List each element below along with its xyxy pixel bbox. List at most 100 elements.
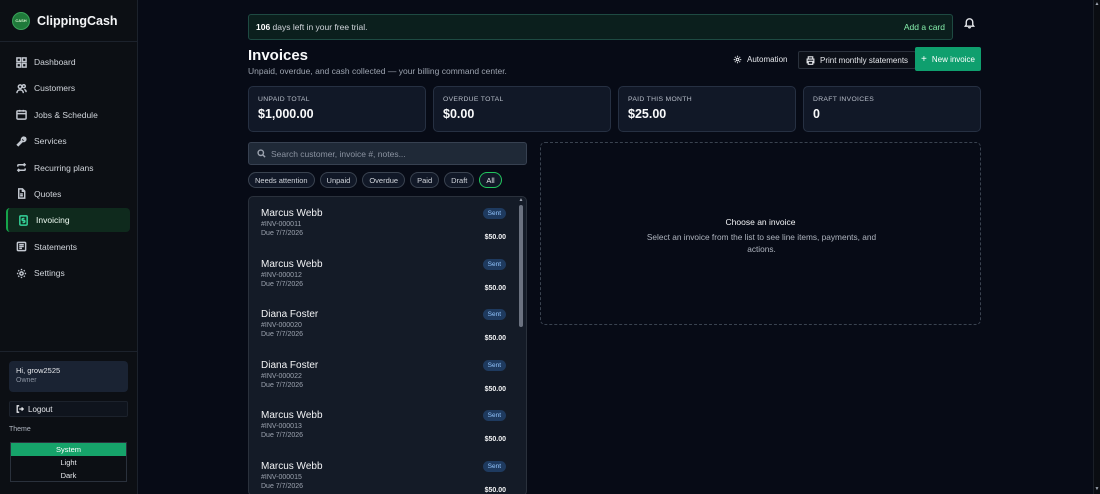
status-badge: Sent [482,309,506,320]
stat-label: PAID THIS MONTH [628,96,692,103]
automation-label: Automation [747,55,788,64]
invoice-list-scrollbar[interactable]: ▲ [518,197,524,494]
detail-empty-title: Choose an invoice [725,217,796,227]
automation-button[interactable]: Automation [726,51,794,68]
add-card-link[interactable]: Add a card [904,22,945,32]
sidebar-item-dashboard[interactable]: Dashboard [6,50,130,74]
invoice-due-date: Due 7/7/2026 [261,432,304,439]
stat-label: UNPAID TOTAL [258,96,310,103]
sidebar-item-recurring-plans[interactable]: Recurring plans [6,156,130,180]
invoice-due-date: Due 7/7/2026 [261,280,304,288]
stat-value: $1,000.00 [258,107,314,121]
scroll-up-arrow-icon[interactable]: ▲ [518,197,524,203]
page-scrollbar[interactable]: ▲ ▼ [1093,0,1100,494]
invoice-customer: Marcus Webb [261,460,323,472]
invoice-amount: $50.00 [484,335,506,342]
invoice-customer: Marcus Webb [261,410,323,421]
sidebar-item-label: Services [34,136,67,147]
invoice-customer: Marcus Webb [261,208,323,219]
sidebar-item-label: Dashboard [34,57,76,67]
sidebar-item-label: Customers [34,83,76,94]
document-icon [18,188,26,200]
sidebar-item-settings[interactable]: Settings [6,261,130,285]
invoice-list-item[interactable]: Marcus Webb #INV-000013 Due 7/7/2026 Sen… [249,399,526,450]
invoice-customer: Marcus Webb [261,258,323,270]
sidebar-item-invoicing[interactable]: Invoicing [6,208,130,233]
stat-value: $25.00 [628,107,667,121]
sidebar: CASH ClippingCash Dashboard Customers Jo… [0,0,138,494]
status-badge: Sent [482,460,506,472]
statement-icon [16,241,27,252]
grid-icon [16,56,27,68]
stat-label: OVERDUE TOTAL [443,96,504,103]
theme-option-dark[interactable]: Dark [11,469,126,482]
sidebar-item-label: Statements [34,241,77,252]
theme-label: Theme [9,426,31,433]
invoice-list-item[interactable]: Marcus Webb #INV-000015 Due 7/7/2026 Sen… [249,450,526,494]
filter-paid[interactable]: Paid [410,172,440,188]
invoice-number: #INV-000015 [261,473,302,481]
trial-text: days left in your free trial. [270,22,368,32]
logout-label: Logout [28,404,53,414]
invoice-amount: $50.00 [484,436,506,443]
filter-unpaid[interactable]: Unpaid [319,172,358,188]
filter-needs-attention[interactable]: Needs attention [248,172,315,188]
invoice-number: #INV-000011 [261,221,302,228]
theme-select[interactable]: System Light Dark [10,442,127,482]
filter-all[interactable]: All [479,172,502,188]
theme-option-system[interactable]: System [11,443,126,456]
search-icon [257,149,266,158]
theme-option-light[interactable]: Light [11,456,126,469]
repeat-icon [16,162,27,173]
brand[interactable]: CASH ClippingCash [0,0,137,42]
sidebar-divider [0,351,138,352]
search-box[interactable] [248,142,527,165]
page-title: Invoices [248,47,309,64]
filter-chips: Needs attention Unpaid Overdue Paid Draf… [248,172,502,188]
sidebar-item-statements[interactable]: Statements [6,235,130,259]
invoice-due-date: Due 7/7/2026 [261,381,304,389]
bell-icon [964,18,975,29]
clippingcash-logo: CASH [12,11,30,30]
stat-value: $0.00 [443,107,475,121]
search-input[interactable] [271,148,511,159]
gear-icon [16,268,27,278]
status-badge: Sent [482,258,506,270]
filter-overdue[interactable]: Overdue [362,172,406,188]
invoice-amount: $50.00 [484,486,506,494]
invoice-due-date: Due 7/7/2026 [261,230,304,237]
invoice-list-item[interactable]: Diana Foster #INV-000020 Due 7/7/2026 Se… [249,298,526,349]
logout-button[interactable]: Logout [9,401,128,417]
stat-unpaid-total: UNPAID TOTAL $1,000.00 [248,86,426,132]
logout-icon [16,405,24,413]
brand-name: ClippingCash [37,13,118,28]
invoice-number: #INV-000022 [261,372,302,380]
invoice-list-item[interactable]: Diana Foster #INV-000022 Due 7/7/2026 Se… [249,349,526,400]
sidebar-item-label: Invoicing [36,215,70,226]
scroll-thumb[interactable] [519,205,523,327]
page-scroll-down-icon[interactable]: ▼ [1094,486,1100,492]
users-icon [16,83,27,94]
invoice-detail-panel: Choose an invoice Select an invoice from… [540,142,981,325]
invoice-due-date: Due 7/7/2026 [261,482,304,490]
page-scroll-up-icon[interactable]: ▲ [1094,1,1100,7]
page-subtitle: Unpaid, overdue, and cash collected — yo… [248,66,507,76]
stat-label: DRAFT INVOICES [813,96,875,103]
plus-icon: + [921,53,927,65]
new-invoice-button[interactable]: + New invoice [915,47,981,71]
invoice-list-item[interactable]: Marcus Webb #INV-000011 Due 7/7/2026 Sen… [249,197,526,248]
user-role: Owner [16,377,37,384]
filter-draft[interactable]: Draft [444,172,475,188]
user-card[interactable]: Hi, grow2525 Owner [9,361,128,392]
sidebar-item-jobs-schedule[interactable]: Jobs & Schedule [6,103,130,127]
invoice-list-item[interactable]: Marcus Webb #INV-000012 Due 7/7/2026 Sen… [249,248,526,299]
notifications-button[interactable] [963,16,977,30]
stat-overdue-total: OVERDUE TOTAL $0.00 [433,86,611,132]
sidebar-item-services[interactable]: Services [6,129,130,153]
sidebar-item-label: Jobs & Schedule [34,109,98,120]
invoice-customer: Diana Foster [261,359,319,371]
print-statements-button[interactable]: Print monthly statements [798,51,917,69]
sidebar-item-customers[interactable]: Customers [6,76,130,100]
invoice-due-date: Due 7/7/2026 [261,331,304,338]
sidebar-item-quotes[interactable]: Quotes [6,182,130,206]
